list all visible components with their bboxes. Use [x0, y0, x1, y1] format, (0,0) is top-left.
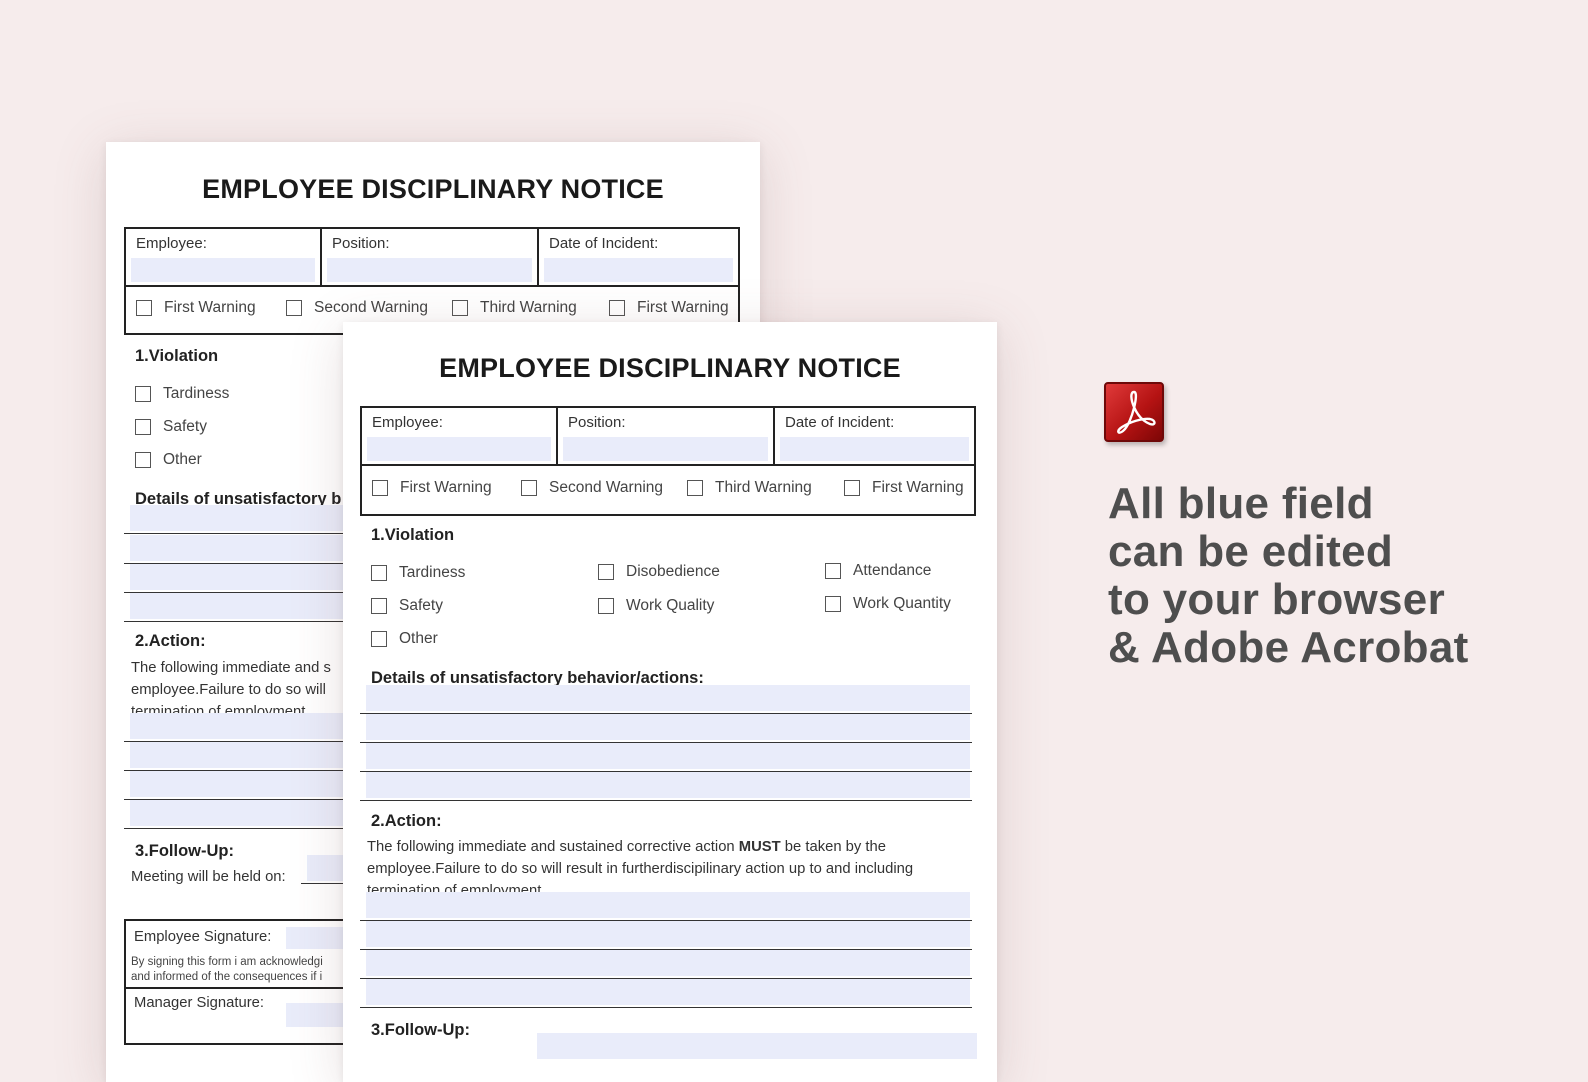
second-warning-checkbox[interactable]: Second Warning	[521, 479, 663, 497]
promo-line-3: to your browser	[1108, 575, 1445, 624]
first-warning-checkbox[interactable]: First Warning	[372, 479, 492, 497]
followup-field[interactable]	[537, 1033, 977, 1059]
position-label: Position:	[568, 414, 626, 431]
position-field[interactable]	[563, 437, 768, 461]
safety-checkbox[interactable]: Safety	[371, 597, 443, 615]
promo-line-4: & Adobe Acrobat	[1108, 623, 1469, 672]
position-cell: Position:	[322, 229, 539, 285]
employee-cell: Employee:	[126, 229, 322, 285]
manager-signature-label: Manager Signature:	[134, 995, 264, 1011]
first-warning-checkbox-2[interactable]: First Warning	[844, 479, 964, 497]
action-line[interactable]	[360, 978, 972, 1008]
followup-heading: 3.Follow-Up:	[135, 842, 234, 860]
adobe-acrobat-pdf-icon	[1104, 382, 1164, 442]
work-quality-checkbox[interactable]: Work Quality	[598, 597, 714, 615]
third-warning-checkbox[interactable]: Third Warning	[687, 479, 812, 497]
action-heading: 2.Action:	[135, 632, 206, 650]
position-field[interactable]	[327, 258, 532, 282]
employee-signature-label: Employee Signature:	[134, 929, 272, 945]
employee-field[interactable]	[367, 437, 551, 461]
work-quantity-checkbox[interactable]: Work Quantity	[825, 595, 951, 613]
safety-checkbox[interactable]: Safety	[135, 418, 207, 436]
action-heading: 2.Action:	[371, 812, 442, 830]
position-cell: Position:	[558, 408, 775, 464]
tardiness-checkbox[interactable]: Tardiness	[135, 385, 229, 403]
header-table: Employee: Position: Date of Incident: Fi…	[360, 406, 976, 516]
details-line[interactable]	[360, 742, 972, 772]
form-title: EMPLOYEE DISCIPLINARY NOTICE	[202, 174, 664, 204]
meeting-label: Meeting will be held on:	[131, 869, 286, 885]
date-field[interactable]	[544, 258, 733, 282]
violation-heading: 1.Violation	[135, 347, 219, 365]
employee-cell: Employee:	[362, 408, 558, 464]
first-warning-checkbox-2[interactable]: First Warning	[609, 299, 729, 317]
other-checkbox[interactable]: Other	[371, 630, 438, 648]
date-cell: Date of Incident:	[539, 229, 738, 285]
employee-label: Employee:	[136, 235, 207, 252]
tardiness-checkbox[interactable]: Tardiness	[371, 564, 465, 582]
form-title: EMPLOYEE DISCIPLINARY NOTICE	[439, 353, 901, 383]
details-line[interactable]	[360, 713, 972, 743]
second-warning-checkbox[interactable]: Second Warning	[286, 299, 428, 317]
employee-label: Employee:	[372, 414, 443, 431]
followup-heading: 3.Follow-Up:	[371, 1021, 470, 1039]
employee-field[interactable]	[131, 258, 315, 282]
date-field[interactable]	[780, 437, 969, 461]
action-line[interactable]	[360, 920, 972, 950]
details-line[interactable]	[360, 684, 972, 714]
first-warning-checkbox[interactable]: First Warning	[136, 299, 256, 317]
position-label: Position:	[332, 235, 390, 252]
promo-text: All blue field can be edited to your bro…	[1108, 480, 1469, 672]
details-line[interactable]	[360, 771, 972, 801]
promo-line-2: can be edited	[1108, 527, 1394, 576]
acknowledge-text: By signing this form i am acknowledgi an…	[131, 956, 323, 983]
third-warning-checkbox[interactable]: Third Warning	[452, 299, 577, 317]
attendance-checkbox[interactable]: Attendance	[825, 562, 931, 580]
action-line[interactable]	[360, 891, 972, 921]
disobedience-checkbox[interactable]: Disobedience	[598, 563, 720, 581]
date-label: Date of Incident:	[785, 414, 895, 431]
document-page-front: EMPLOYEE DISCIPLINARY NOTICE Employee: P…	[343, 322, 997, 1082]
promo-line-1: All blue field	[1108, 479, 1374, 528]
header-table: Employee: Position: Date of Incident: Fi…	[124, 227, 740, 335]
warning-row: First Warning Second Warning Third Warni…	[362, 464, 974, 514]
date-cell: Date of Incident:	[775, 408, 974, 464]
violation-heading: 1.Violation	[371, 526, 455, 544]
date-label: Date of Incident:	[549, 235, 659, 252]
action-line[interactable]	[360, 949, 972, 979]
other-checkbox[interactable]: Other	[135, 451, 202, 469]
